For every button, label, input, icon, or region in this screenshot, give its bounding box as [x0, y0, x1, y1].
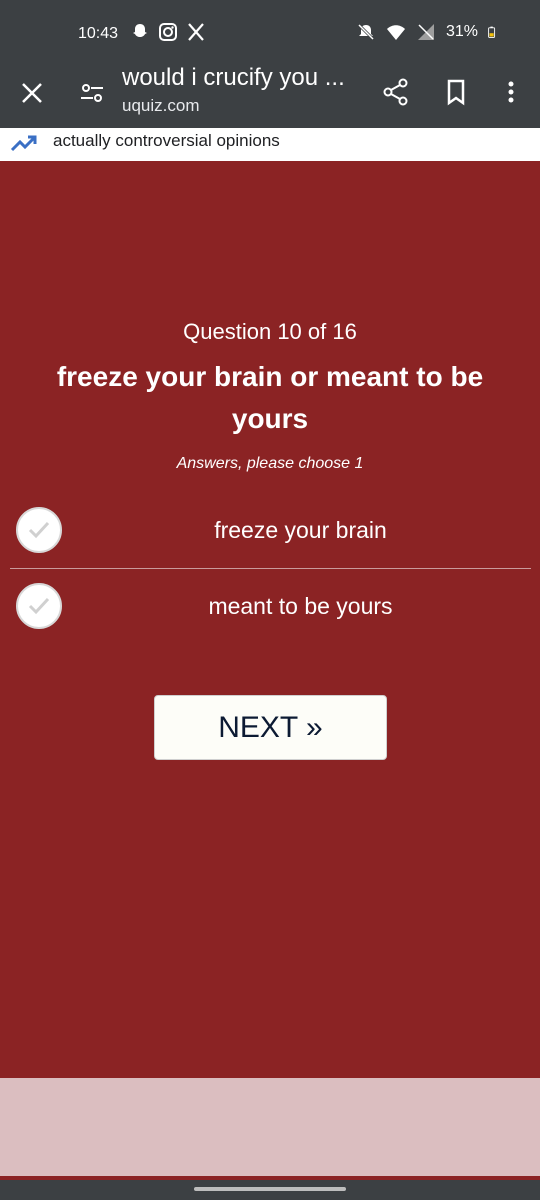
status-time: 10:43 [78, 25, 119, 42]
status-icons-left [130, 22, 206, 42]
no-signal-icon [417, 24, 434, 40]
snapchat-icon [133, 24, 147, 37]
status-icons-right: 31% [356, 22, 500, 42]
x-icon [188, 23, 204, 41]
trending-link[interactable]: actually controversial opinions [53, 131, 280, 151]
bookmark-icon[interactable] [440, 76, 472, 108]
answer-label[interactable]: freeze your brain [70, 517, 531, 544]
page-title: would i crucify you ... [122, 64, 345, 91]
bell-muted-icon [357, 23, 375, 41]
site-settings-icon[interactable] [76, 77, 108, 109]
trending-bar[interactable]: actually controversial opinions [0, 128, 540, 161]
battery-percentage: 31% [445, 23, 478, 40]
question-counter: Question 10 of 16 [183, 319, 357, 344]
check-icon [28, 521, 50, 539]
share-icon[interactable] [380, 76, 412, 108]
gesture-nav-bar [0, 1180, 540, 1200]
trending-up-icon [10, 135, 37, 152]
close-icon[interactable] [16, 77, 48, 109]
page-url[interactable]: uquiz.com [122, 96, 199, 116]
check-icon [28, 597, 50, 615]
answer-instruction: Answers, please choose 1 [176, 455, 364, 472]
quiz-panel: Question 10 of 16 freeze your brain or m… [0, 161, 540, 1078]
answer-checkbox[interactable] [16, 507, 62, 553]
question-title: freeze your brain or meant to be yours [56, 361, 484, 434]
bottom-banner-area [0, 1078, 540, 1176]
status-bar: 10:43 31% [0, 0, 540, 60]
answer-option[interactable]: meant to be yours [10, 577, 531, 639]
instagram-icon [159, 23, 177, 41]
more-options-icon[interactable] [495, 76, 527, 108]
browser-toolbar: would i crucify you ... uquiz.com [0, 60, 540, 128]
answer-label[interactable]: meant to be yours [70, 593, 531, 620]
answer-option[interactable]: freeze your brain [10, 501, 531, 569]
next-button[interactable]: NEXT » [154, 695, 387, 760]
wifi-icon [386, 25, 405, 40]
home-handle[interactable] [194, 1187, 346, 1191]
battery-icon [488, 26, 496, 38]
answer-checkbox[interactable] [16, 583, 62, 629]
